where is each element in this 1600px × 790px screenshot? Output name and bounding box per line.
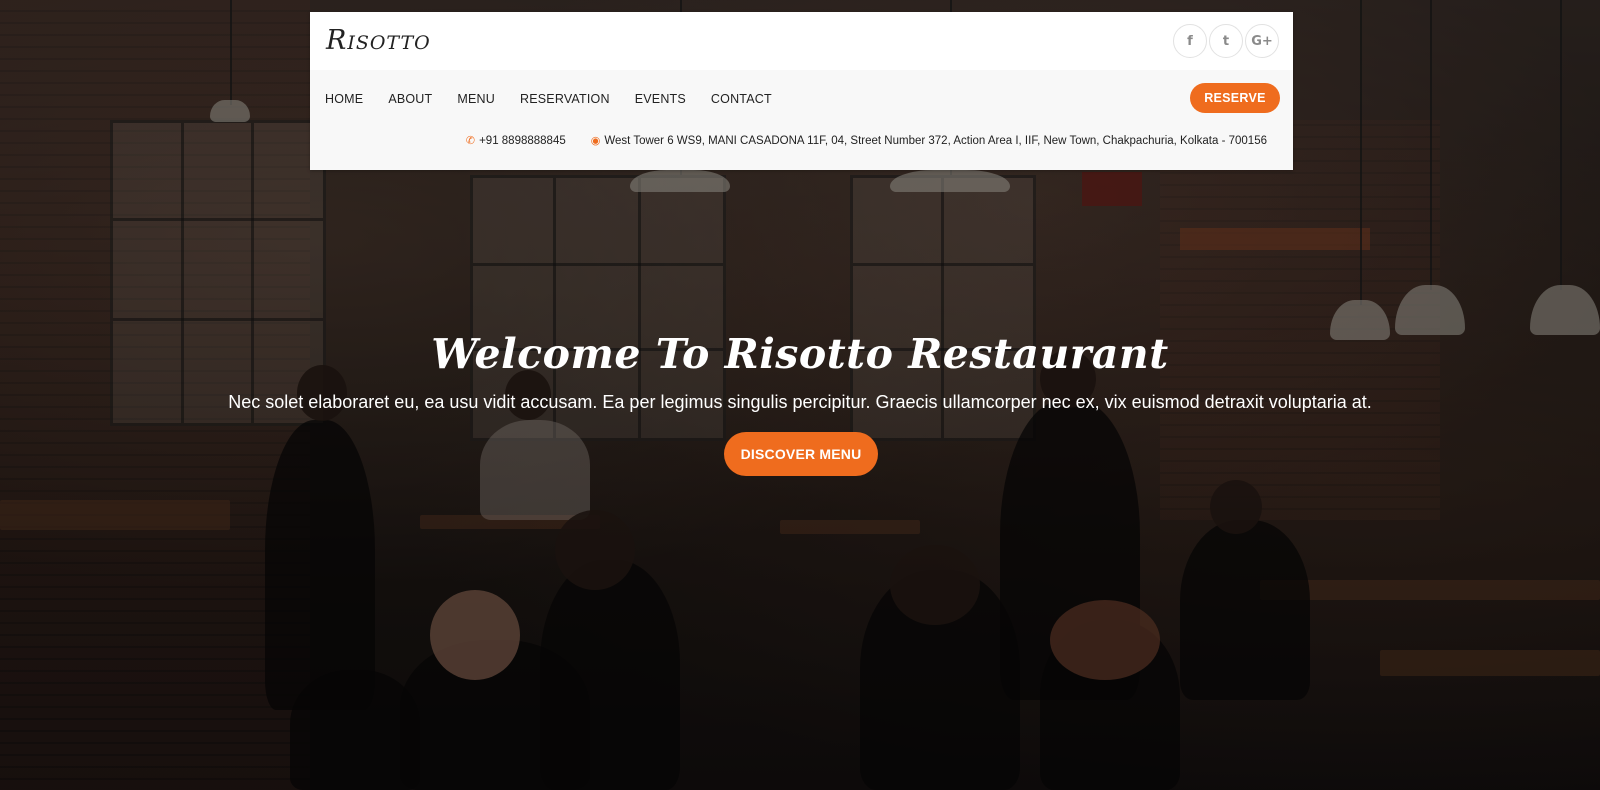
- nav-menu[interactable]: MENU: [457, 92, 495, 106]
- reserve-button[interactable]: RESERVE: [1190, 83, 1280, 113]
- google-plus-icon[interactable]: G+: [1245, 24, 1279, 58]
- phone-number[interactable]: +91 8898888845: [479, 135, 566, 147]
- site-logo[interactable]: Risotto: [326, 25, 431, 56]
- header-top-bar: Risotto f t G+: [310, 12, 1293, 70]
- main-nav: HOME ABOUT MENU RESERVATION EVENTS CONTA…: [325, 92, 797, 106]
- nav-reservation[interactable]: RESERVATION: [520, 92, 610, 106]
- header-nav-bar: HOME ABOUT MENU RESERVATION EVENTS CONTA…: [310, 70, 1293, 170]
- map-marker-icon: ◉: [590, 135, 601, 147]
- nav-contact[interactable]: CONTACT: [711, 92, 772, 106]
- nav-home[interactable]: HOME: [325, 92, 363, 106]
- phone-icon: ✆: [465, 135, 476, 147]
- contact-info: ✆ +91 8898888845 ◉ West Tower 6 WS9, MAN…: [465, 134, 1267, 148]
- hero-subtitle: Nec solet elaboraret eu, ea usu vidit ac…: [228, 392, 1372, 412]
- nav-about[interactable]: ABOUT: [388, 92, 432, 106]
- twitter-icon[interactable]: t: [1209, 24, 1243, 58]
- site-header: Risotto f t G+ HOME ABOUT MENU RESERVATI…: [310, 12, 1293, 170]
- hero-section: Risotto f t G+ HOME ABOUT MENU RESERVATI…: [0, 0, 1600, 790]
- social-links: f t G+: [1173, 24, 1279, 58]
- facebook-icon[interactable]: f: [1173, 24, 1207, 58]
- nav-events[interactable]: EVENTS: [635, 92, 686, 106]
- discover-menu-button[interactable]: DISCOVER MENU: [724, 432, 878, 476]
- address-text: West Tower 6 WS9, MANI CASADONA 11F, 04,…: [604, 134, 1267, 147]
- hero-title: Welcome To Risotto Restaurant: [431, 330, 1169, 378]
